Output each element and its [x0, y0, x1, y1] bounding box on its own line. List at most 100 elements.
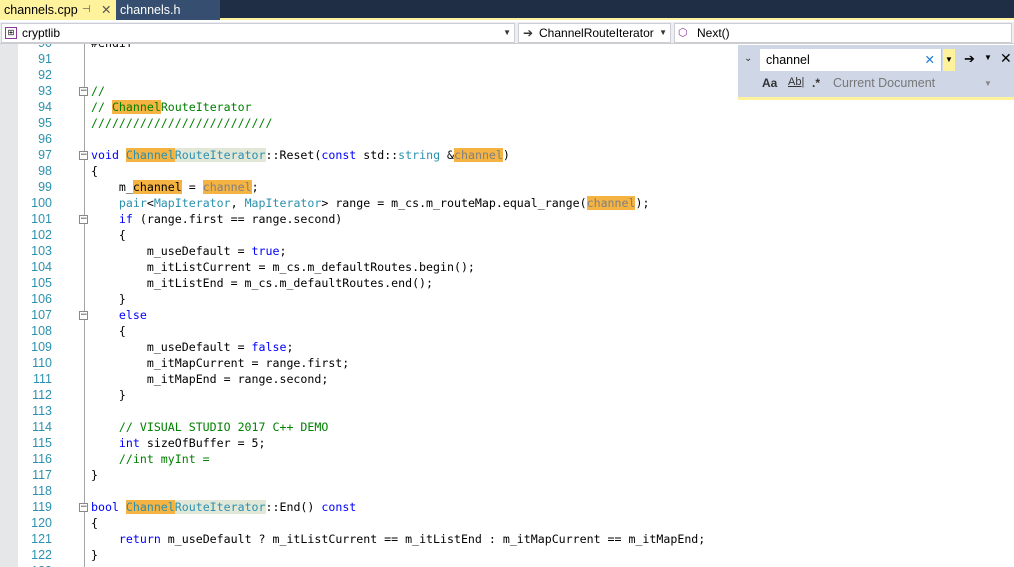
code-line: 123: [0, 563, 1014, 567]
code-token: m_: [91, 180, 133, 194]
whole-word-toggle[interactable]: Ab|: [788, 76, 804, 88]
toggle-replace-icon[interactable]: ⌄: [744, 53, 752, 64]
code-token: {: [91, 516, 98, 530]
find-options-dropdown[interactable]: ▼: [984, 53, 992, 62]
line-number: 114: [32, 420, 52, 434]
line-number: 123: [18, 563, 52, 567]
find-input[interactable]: channel ✕: [760, 49, 942, 71]
code-token: MapIterator: [153, 196, 231, 210]
code-token: std::: [363, 148, 399, 162]
collapse-icon[interactable]: −: [79, 311, 88, 320]
code-editor[interactable]: 90#endif919293−//94// ChannelRouteIterat…: [0, 44, 1014, 567]
code-text: int sizeOfBuffer = 5;: [91, 435, 266, 451]
collapse-icon[interactable]: −: [79, 503, 88, 512]
code-token: const: [321, 500, 357, 514]
navigation-bar: ⊞ cryptlib ▼ ➔ ChannelRouteIterator ▼ ⬡ …: [0, 22, 1014, 44]
code-token: RouteIterator: [160, 100, 252, 114]
code-token: bool: [91, 500, 126, 514]
line-number: 91: [38, 52, 52, 66]
code-text: {: [91, 323, 126, 339]
code-line: 94 // ChannelRouteIterator: [0, 99, 1014, 115]
tab-channels-cpp[interactable]: channels.cpp ⊣ ✕: [0, 0, 116, 20]
find-next-icon[interactable]: ➔: [964, 51, 975, 67]
code-token: m_itListCurrent = m_cs.m_defaultRoutes.b…: [91, 260, 475, 274]
project-dropdown[interactable]: ⊞ cryptlib ▼: [1, 23, 515, 43]
code-text: //: [91, 83, 105, 99]
chevron-down-icon: ▼: [659, 28, 667, 37]
line-number: 103: [31, 244, 52, 258]
tab-label: channels.cpp: [4, 3, 78, 17]
code-token: true: [251, 244, 280, 258]
code-token: m_itListEnd = m_cs.m_defaultRoutes.end()…: [91, 276, 434, 290]
line-number: 102: [31, 228, 52, 242]
chevron-down-icon: ▼: [984, 79, 992, 88]
match-case-toggle[interactable]: Aa: [762, 76, 777, 90]
line-number: 113: [32, 404, 52, 418]
code-line: 102 {: [0, 227, 1014, 243]
code-text: bool ChannelRouteIterator::End() const: [91, 499, 356, 515]
collapse-icon[interactable]: −: [79, 87, 88, 96]
line-number: 104: [31, 260, 52, 274]
code-token: string: [398, 148, 448, 162]
line-number: 92: [38, 68, 52, 82]
close-find-icon[interactable]: ✕: [1000, 50, 1012, 67]
code-token: const: [321, 148, 364, 162]
member-label: Next(): [697, 26, 730, 40]
find-widget: ⌄ channel ✕ ▼ ➔ ▼ ✕ Aa Ab| .* Current Do…: [738, 45, 1014, 100]
code-line: 120 {: [0, 515, 1014, 531]
code-line: 109 m_useDefault = false;: [0, 339, 1014, 355]
code-text: #endif: [91, 44, 133, 51]
line-number: 90: [18, 44, 52, 51]
code-token: ;: [251, 180, 259, 194]
code-token: m_useDefault =: [91, 340, 252, 354]
code-token: }: [91, 388, 126, 402]
find-history-dropdown[interactable]: ▼: [943, 49, 955, 71]
code-text: {: [91, 515, 98, 531]
close-icon[interactable]: ✕: [101, 0, 111, 20]
code-token: {: [91, 164, 98, 178]
line-number: 112: [32, 388, 52, 402]
collapse-icon[interactable]: −: [79, 151, 88, 160]
code-token: void: [91, 148, 126, 162]
code-text: if (range.first == range.second): [91, 211, 342, 227]
collapse-icon[interactable]: −: [79, 215, 88, 224]
code-token: return: [118, 532, 161, 546]
pin-icon[interactable]: ⊣: [82, 0, 91, 20]
member-dropdown[interactable]: ⬡ Next(): [674, 23, 1012, 43]
line-number: 122: [31, 548, 52, 562]
tab-label: channels.h: [120, 3, 181, 17]
line-number: 100: [31, 196, 52, 210]
code-text: m_itListEnd = m_cs.m_defaultRoutes.end()…: [91, 275, 433, 291]
line-number: 106: [31, 292, 52, 306]
line-number: 93: [38, 84, 52, 98]
line-number: 118: [32, 484, 52, 498]
code-token: {: [91, 324, 126, 338]
tab-channels-h[interactable]: channels.h: [116, 0, 220, 20]
code-text: m_itMapCurrent = range.first;: [91, 355, 349, 371]
project-label: cryptlib: [22, 26, 61, 40]
code-text: // VISUAL STUDIO 2017 C++ DEMO: [91, 419, 328, 435]
code-token: channel: [132, 180, 182, 194]
code-line: 119 − bool ChannelRouteIterator::End() con…: [0, 499, 1014, 515]
code-token: // VISUAL STUDIO 2017 C++ DEMO: [91, 420, 329, 434]
search-scope-dropdown[interactable]: Current Document: [833, 76, 935, 90]
code-token: ,: [230, 196, 245, 210]
code-token: Channel: [125, 148, 175, 162]
code-text: //int myInt =: [91, 451, 210, 467]
code-line: 113: [0, 403, 1014, 419]
line-number: 94: [38, 100, 52, 114]
code-line: 116 //int myInt =: [0, 451, 1014, 467]
scope-label: ChannelRouteIterator: [539, 26, 654, 40]
regex-toggle[interactable]: .*: [812, 76, 820, 90]
line-number: 108: [31, 324, 52, 338]
code-token: {: [91, 228, 126, 242]
clear-icon[interactable]: ✕: [925, 49, 935, 71]
code-text: m_itMapEnd = range.second;: [91, 371, 329, 387]
code-line: 101 − if (range.first == range.second): [0, 211, 1014, 227]
line-number: 101: [31, 212, 52, 226]
code-line: 97 − void ChannelRouteIterator::Reset(cons…: [0, 147, 1014, 163]
scope-dropdown[interactable]: ➔ ChannelRouteIterator ▼: [518, 23, 671, 43]
find-query: channel: [766, 53, 810, 67]
